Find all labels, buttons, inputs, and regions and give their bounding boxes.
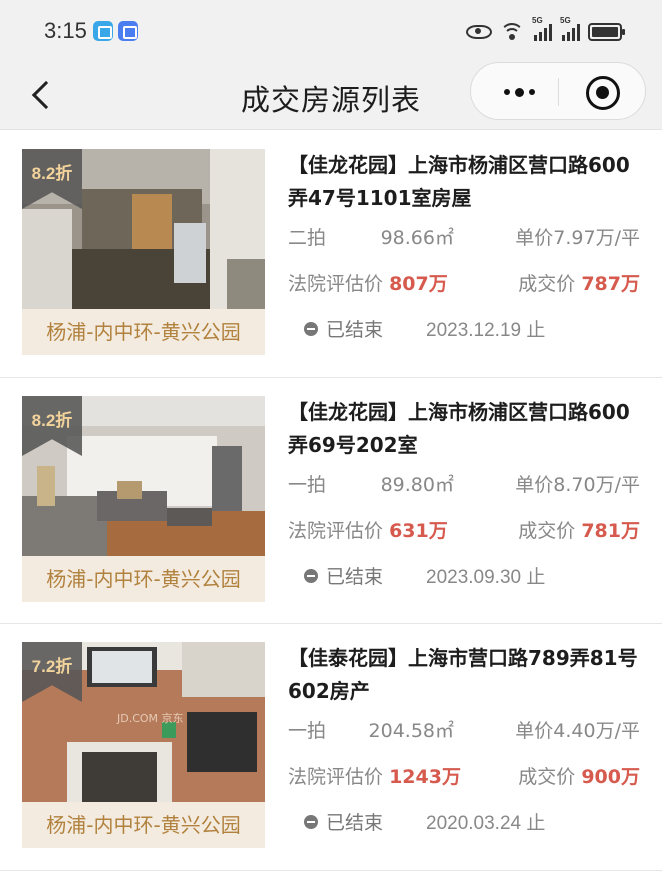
- listing-status: 已结束 2020.03.24 止: [288, 808, 640, 838]
- deal-price-label: 成交价: [518, 766, 576, 788]
- unit-price: 单价4.40万/平: [515, 720, 640, 742]
- deal-price-label: 成交价: [518, 520, 576, 542]
- listing-specs: 二拍 98.66㎡ 单价7.97万/平: [288, 223, 640, 253]
- watermark: JD.COM 京东: [116, 711, 184, 725]
- court-appraisal-value: 1243万: [389, 766, 461, 788]
- listing-prices: 法院评估价 1243万 成交价 900万: [288, 762, 640, 792]
- court-appraisal: 法院评估价 1243万: [288, 762, 461, 789]
- district-label: 杨浦-内中环-黄兴公园: [22, 802, 265, 848]
- status-bar: 3:15 5G 5G: [0, 0, 662, 62]
- close-icon[interactable]: [586, 76, 620, 110]
- deal-price: 成交价 900万: [518, 762, 640, 789]
- mail-app-icon: [118, 21, 138, 41]
- court-appraisal: 法院评估价 631万: [288, 516, 448, 543]
- listing-title: 【佳泰花园】上海市营口路789弄81号602房产: [288, 646, 638, 703]
- ended-icon: [304, 815, 318, 829]
- listing-photo: JD.COM 京东 7.2折: [22, 642, 265, 802]
- book-app-icon: [93, 21, 113, 41]
- listing-status: 已结束 2023.09.30 止: [288, 562, 640, 592]
- deal-price-value: 900万: [581, 766, 640, 788]
- floor-area: 89.80㎡: [380, 474, 454, 496]
- floor-area: 204.58㎡: [368, 720, 454, 742]
- district-label: 杨浦-内中环-黄兴公园: [22, 556, 265, 602]
- listing-photo: 8.2折: [22, 396, 265, 556]
- nav-header: 成交房源列表: [0, 62, 662, 130]
- auction-round: 二拍: [288, 227, 327, 249]
- status-time: 3:15: [44, 18, 87, 43]
- deal-price-value: 787万: [581, 273, 640, 295]
- listing-card[interactable]: JD.COM 京东 7.2折 杨浦-内中环-黄兴公园 【佳泰花园】上海市营口路7…: [0, 624, 662, 871]
- status-text: 已结束: [326, 319, 384, 341]
- eye-icon: [466, 25, 492, 39]
- court-appraisal-label: 法院评估价: [288, 273, 384, 295]
- court-appraisal: 法院评估价 807万: [288, 269, 448, 296]
- court-appraisal-label: 法院评估价: [288, 520, 384, 542]
- listing-card[interactable]: 8.2折 杨浦-内中环-黄兴公园 【佳龙花园】上海市杨浦区营口路600弄47号1…: [0, 131, 662, 378]
- mini-program-capsule: [470, 62, 646, 120]
- capsule-divider: [558, 78, 559, 106]
- signal-icon: 5G: [532, 16, 552, 41]
- unit-price: 单价7.97万/平: [515, 227, 640, 249]
- listing-photo: 8.2折: [22, 149, 265, 309]
- signal-label: 5G: [560, 16, 571, 25]
- auction-round: 一拍: [288, 720, 327, 742]
- listing-title: 【佳龙花园】上海市杨浦区营口路600弄47号1101室房屋: [288, 153, 630, 210]
- deal-price: 成交价 787万: [518, 269, 640, 296]
- listing-card[interactable]: 8.2折 杨浦-内中环-黄兴公园 【佳龙花园】上海市杨浦区营口路600弄69号2…: [0, 378, 662, 624]
- signal-label: 5G: [532, 16, 543, 25]
- end-date: 2020.03.24 止: [426, 813, 546, 834]
- unit-price: 单价8.70万/平: [515, 474, 640, 496]
- deal-price: 成交价 781万: [518, 516, 640, 543]
- listing-status: 已结束 2023.12.19 止: [288, 315, 640, 345]
- ended-icon: [304, 569, 318, 583]
- battery-icon: [588, 23, 625, 41]
- deal-price-value: 781万: [581, 520, 640, 542]
- listing-list: 8.2折 杨浦-内中环-黄兴公园 【佳龙花园】上海市杨浦区营口路600弄47号1…: [0, 131, 662, 871]
- district-label: 杨浦-内中环-黄兴公园: [22, 309, 265, 355]
- listing-prices: 法院评估价 631万 成交价 781万: [288, 516, 640, 546]
- wifi-icon: [500, 23, 524, 41]
- floor-area: 98.66㎡: [380, 227, 454, 249]
- end-date: 2023.09.30 止: [426, 567, 546, 588]
- status-icons: 5G 5G: [466, 16, 625, 44]
- listing-title: 【佳龙花园】上海市杨浦区营口路600弄69号202室: [288, 400, 630, 457]
- signal-icon: 5G: [560, 16, 580, 41]
- auction-round: 一拍: [288, 474, 327, 496]
- court-appraisal-value: 631万: [389, 520, 448, 542]
- listing-prices: 法院评估价 807万 成交价 787万: [288, 269, 640, 299]
- status-text: 已结束: [326, 812, 384, 834]
- ended-icon: [304, 322, 318, 336]
- court-appraisal-value: 807万: [389, 273, 448, 295]
- listing-specs: 一拍 89.80㎡ 单价8.70万/平: [288, 470, 640, 500]
- end-date: 2023.12.19 止: [426, 320, 546, 341]
- listing-specs: 一拍 204.58㎡ 单价4.40万/平: [288, 716, 640, 746]
- status-text: 已结束: [326, 566, 384, 588]
- court-appraisal-label: 法院评估价: [288, 766, 384, 788]
- more-icon[interactable]: [491, 75, 547, 109]
- deal-price-label: 成交价: [518, 273, 576, 295]
